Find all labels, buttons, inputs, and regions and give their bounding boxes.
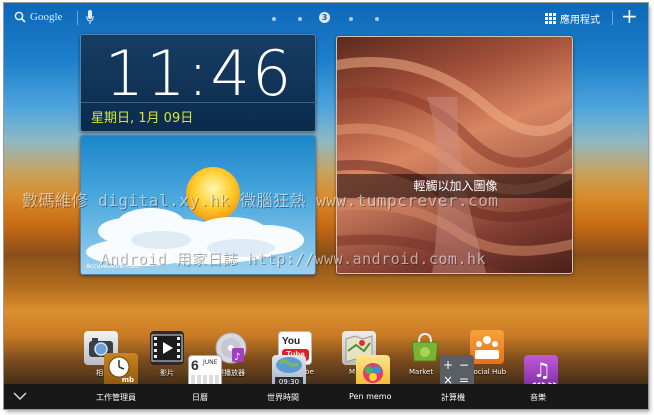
top-bar: Google 3 應用程式 + (4, 3, 648, 33)
grid-icon (545, 13, 556, 24)
video-icon[interactable] (150, 331, 184, 365)
dock-label: Market (409, 368, 434, 376)
dock-label: 影片 (160, 369, 174, 377)
page-dot[interactable] (375, 17, 379, 21)
task-badge: mb (121, 376, 134, 384)
dock-label: 相 (96, 369, 103, 377)
market-icon[interactable] (408, 330, 442, 364)
watermark: 數碼維修 digital.xy.hk 微腦狂熱 www.tumpcrever.c… (22, 191, 499, 210)
clock-widget[interactable]: 11:46 星期日, 1月 09日 (80, 34, 317, 132)
photo-frame-widget[interactable]: 輕觸以加入圖像 (336, 36, 573, 274)
dock-label[interactable]: 音樂 (530, 392, 546, 403)
dock-label[interactable]: 日曆 (192, 392, 208, 403)
apps-button[interactable]: 應用程式 (545, 11, 600, 26)
svg-text:+: + (443, 358, 453, 372)
dock-label[interactable]: Pen memo (349, 392, 391, 401)
sandstone-photo (337, 57, 572, 273)
dock-label[interactable]: 工作管理員 (96, 392, 136, 403)
youtube-you: You (282, 336, 301, 347)
dock-label[interactable]: 世界時間 (267, 392, 299, 403)
page-indicator: 3 (269, 12, 381, 24)
dock-label: be (305, 368, 314, 376)
divider (81, 102, 317, 103)
svg-text:♪: ♪ (234, 352, 240, 363)
svg-text:−: − (459, 358, 469, 372)
chevron-down-icon[interactable] (12, 390, 28, 402)
search-icon (14, 11, 26, 23)
bottom-bar: 工作管理員 日曆 世界時間 Pen memo 計算機 音樂 (4, 384, 648, 409)
page-dot[interactable] (349, 17, 353, 21)
clock-time: 11:46 (104, 37, 294, 110)
calendar-day: 6 (191, 357, 199, 373)
watermark: Android 用家日誌 http://www.android.com.hk (100, 250, 487, 268)
calendar-month: JUNE (203, 359, 218, 366)
page-dot-active[interactable]: 3 (319, 12, 330, 23)
divider (77, 11, 78, 25)
task-manager-icon[interactable]: mb (104, 353, 138, 387)
divider (612, 11, 613, 25)
dock-label: M (349, 368, 356, 376)
dock-label: Social Hub (469, 368, 507, 376)
svg-text:♫: ♫ (533, 358, 551, 382)
page-dot[interactable] (272, 17, 276, 21)
page-dot[interactable] (298, 17, 302, 21)
add-icon[interactable]: + (621, 6, 638, 26)
social-hub-icon[interactable] (470, 330, 504, 364)
clock-date: 星期日, 1月 09日 (91, 111, 194, 126)
google-search[interactable]: Google (14, 11, 62, 23)
microphone-icon[interactable] (86, 10, 94, 25)
home-screen: Google 3 應用程式 + 11:46 星期日, 1月 09日 AccuWe… (4, 3, 648, 409)
google-label: Google (30, 11, 63, 23)
dock-label[interactable]: 計算機 (441, 392, 465, 403)
apps-label: 應用程式 (560, 15, 600, 26)
